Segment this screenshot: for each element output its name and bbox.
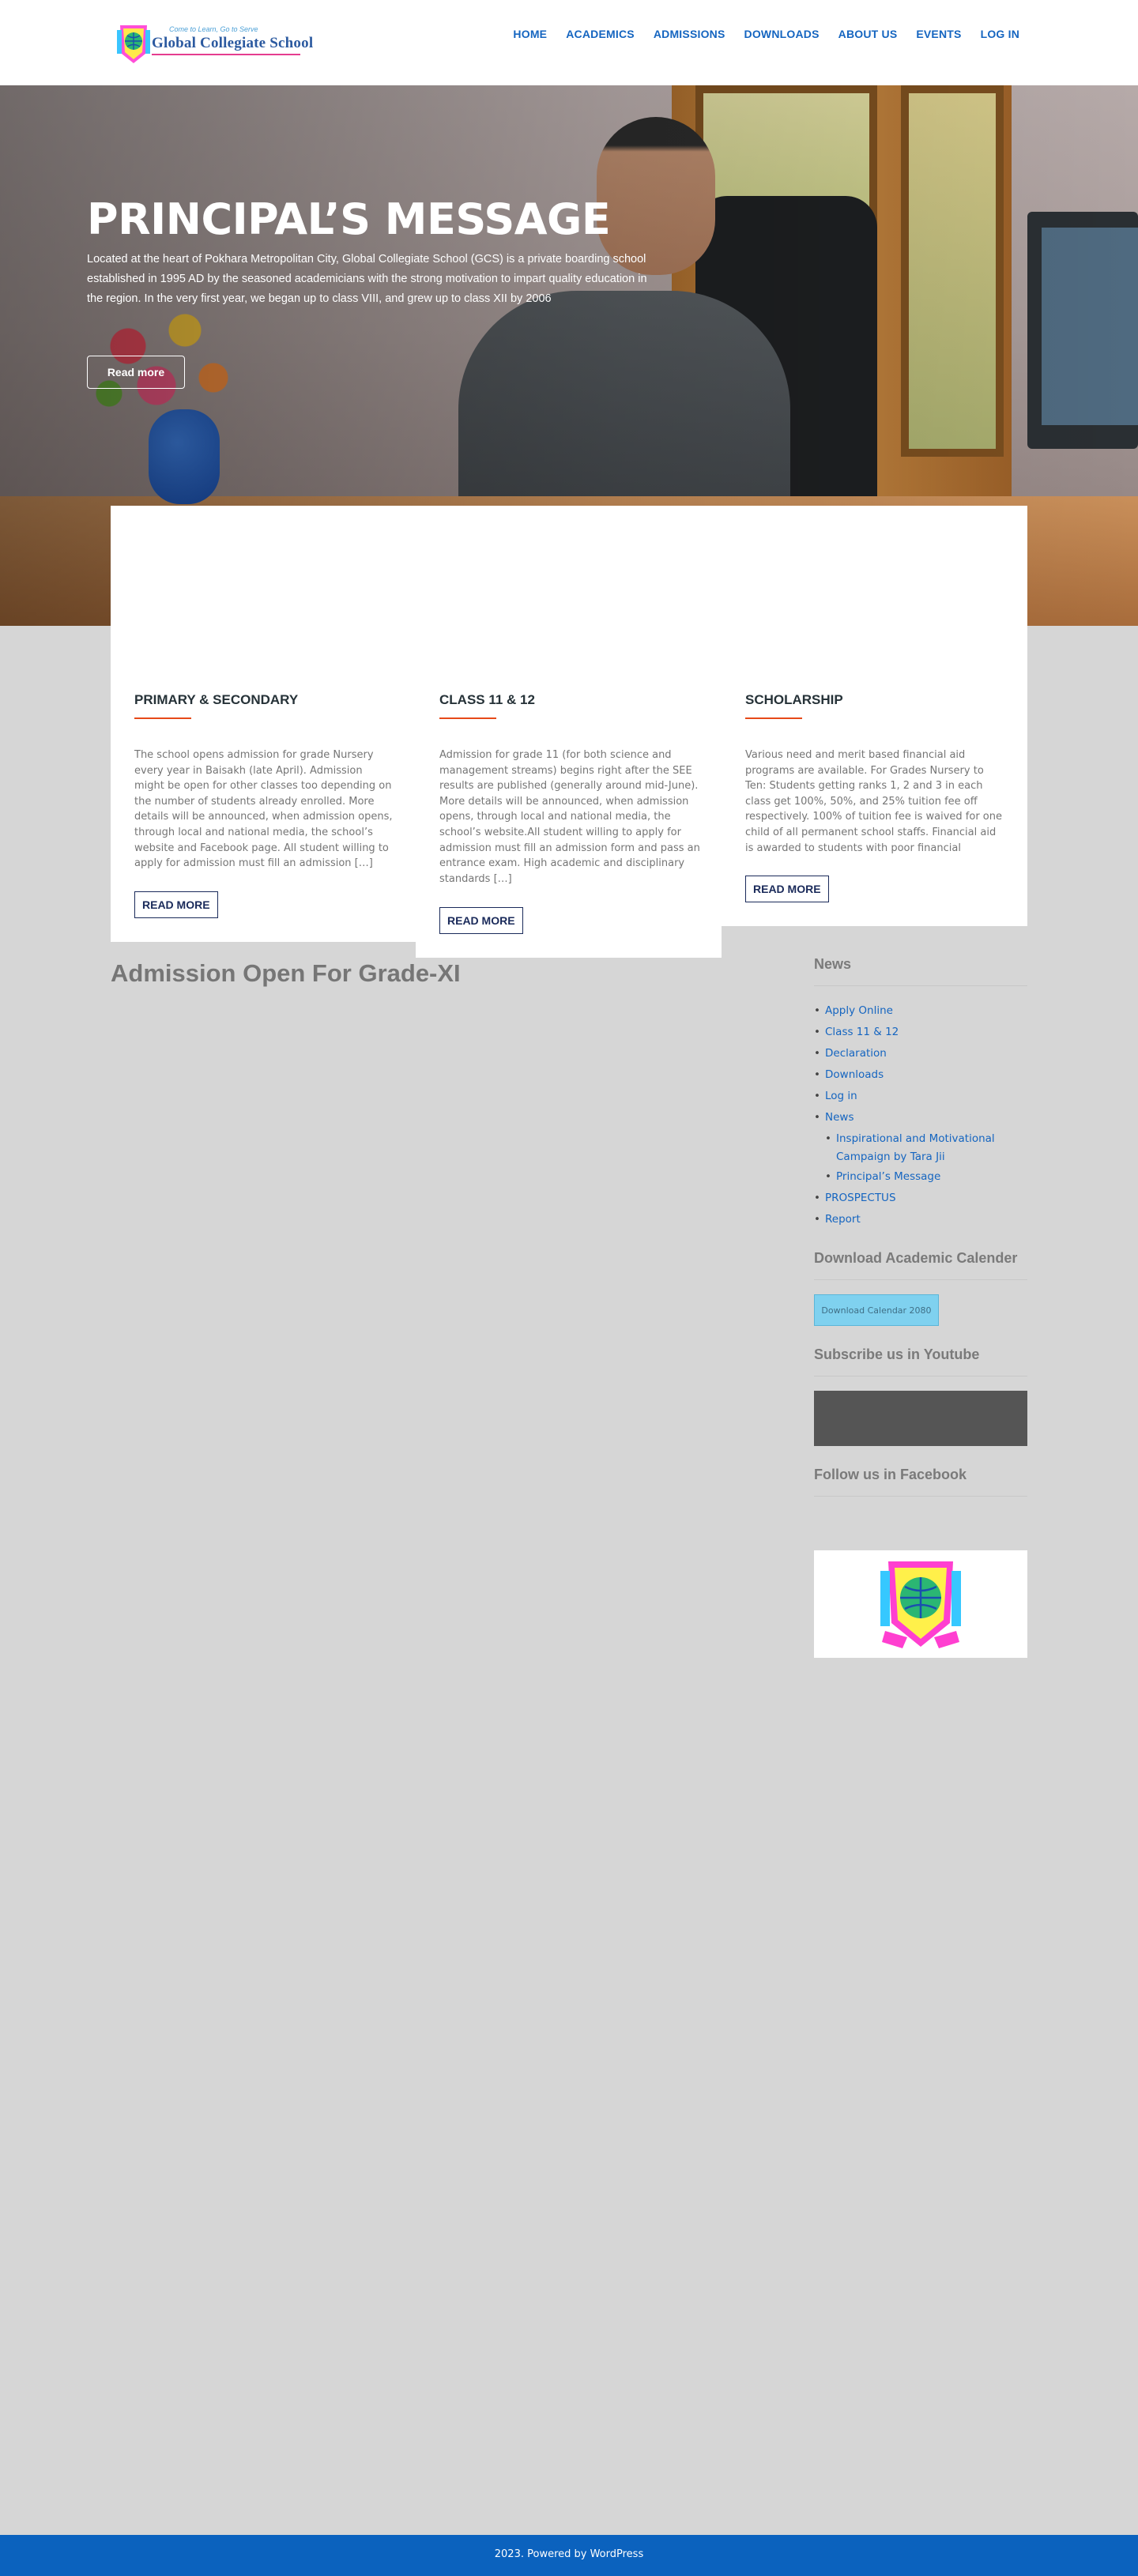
nav-downloads[interactable]: DOWNLOADS <box>744 28 820 40</box>
news-list: Apply Online Class 11 & 12 Declaration D… <box>814 1000 1027 1230</box>
feature-read-more-button[interactable]: READ MORE <box>439 907 523 934</box>
feature-box-scholarship: SCHOLARSHIP Various need and merit based… <box>722 506 1027 926</box>
widget-title-youtube: Subscribe us in Youtube <box>814 1346 1027 1377</box>
feature-text: Admission for grade 11 (for both science… <box>439 749 700 885</box>
feature-title-underline <box>134 717 191 719</box>
news-item-log-in[interactable]: Log in <box>814 1086 1027 1107</box>
feature-read-more-button[interactable]: READ MORE <box>134 891 218 918</box>
facebook-widget: Follow us in Facebook <box>814 1467 1027 1497</box>
site-header: Come to Learn, Go to Serve Global Colleg… <box>0 0 1138 85</box>
hero-text: Located at the heart of Pokhara Metropol… <box>87 253 647 305</box>
facebook-embed[interactable] <box>814 1550 1027 1658</box>
logo-name: Global Collegiate School <box>152 35 314 51</box>
calendar-widget: Download Academic Calender <box>814 1250 1027 1280</box>
news-item-class-11-12[interactable]: Class 11 & 12 <box>814 1022 1027 1043</box>
youtube-embed[interactable] <box>814 1391 1027 1446</box>
nav-academics[interactable]: ACADEMICS <box>566 28 635 40</box>
logo-tagline: Come to Learn, Go to Serve <box>169 25 258 33</box>
post-title[interactable]: Admission Open For Grade-XI <box>111 959 461 988</box>
news-item-report[interactable]: Report <box>814 1209 1027 1230</box>
feature-box-class-11-12: CLASS 11 & 12 Admission for grade 11 (fo… <box>416 506 722 958</box>
hero-read-more-button[interactable]: Read more <box>87 356 185 389</box>
news-subitem-campaign[interactable]: Inspirational and Motivational Campaign … <box>814 1130 1027 1166</box>
nav-admissions[interactable]: ADMISSIONS <box>654 28 725 40</box>
nav-about-us[interactable]: ABOUT US <box>838 28 898 40</box>
news-item-declaration[interactable]: Declaration <box>814 1043 1027 1064</box>
widget-title-news: News <box>814 956 1027 986</box>
news-item-apply-online[interactable]: Apply Online <box>814 1000 1027 1022</box>
feature-title-underline <box>745 717 802 719</box>
footer-text: 2023. Powered by WordPress <box>494 2548 644 2560</box>
feature-title-underline <box>439 717 496 719</box>
nav-events[interactable]: EVENTS <box>916 28 961 40</box>
site-logo[interactable]: Come to Learn, Go to Serve Global Colleg… <box>115 22 313 66</box>
hero-title: PRINCIPAL’S MESSAGE <box>87 194 611 244</box>
news-widget: News <box>814 956 1027 986</box>
download-calendar-button[interactable]: Download Calendar 2080 <box>814 1294 939 1326</box>
school-emblem-icon <box>880 1561 961 1648</box>
news-item-news[interactable]: News <box>814 1107 1027 1128</box>
widget-title-calendar: Download Academic Calender <box>814 1250 1027 1280</box>
feature-title: CLASS 11 & 12 <box>439 692 535 707</box>
main-nav: HOME ACADEMICS ADMISSIONS DOWNLOADS ABOU… <box>513 28 1019 40</box>
news-subitem-principals-message[interactable]: Principal’s Message <box>814 1168 1027 1186</box>
feature-text: The school opens admission for grade Nur… <box>134 749 393 870</box>
feature-read-more-button[interactable]: READ MORE <box>745 876 829 902</box>
youtube-widget: Subscribe us in Youtube <box>814 1346 1027 1377</box>
site-footer: 2023. Powered by WordPress <box>0 2535 1138 2576</box>
nav-home[interactable]: HOME <box>513 28 547 40</box>
feature-title: PRIMARY & SECONDARY <box>134 692 299 707</box>
feature-box-primary-secondary: PRIMARY & SECONDARY The school opens adm… <box>111 506 416 942</box>
news-item-prospectus[interactable]: PROSPECTUS <box>814 1188 1027 1209</box>
feature-title: SCHOLARSHIP <box>745 692 843 707</box>
news-item-downloads[interactable]: Downloads <box>814 1064 1027 1086</box>
logo-underline <box>152 54 300 55</box>
feature-text: Various need and merit based financial a… <box>745 749 1002 854</box>
widget-title-facebook: Follow us in Facebook <box>814 1467 1027 1497</box>
school-emblem-icon <box>117 25 150 63</box>
nav-log-in[interactable]: LOG IN <box>981 28 1019 40</box>
